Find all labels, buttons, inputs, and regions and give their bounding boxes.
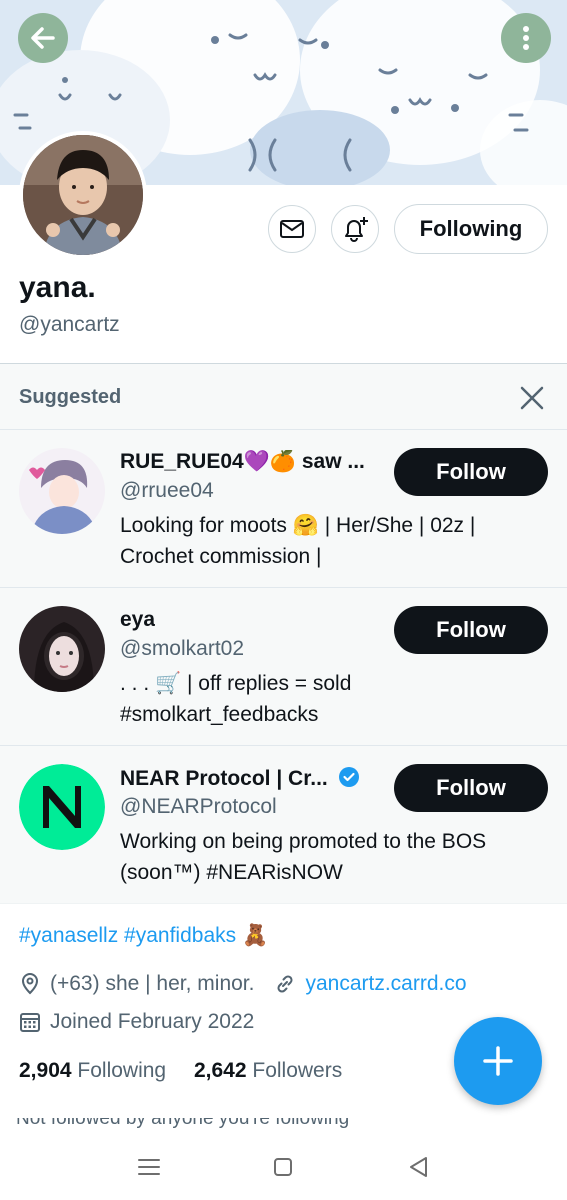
plus-icon [483, 1046, 513, 1076]
compose-button[interactable] [454, 1017, 542, 1105]
suggested-user-bio: Looking for moots 🤗 | Her/She | 02z | Cr… [120, 514, 476, 568]
profile-handle: @yancartz [19, 313, 120, 336]
link-icon [277, 975, 294, 993]
display-name: yana. [19, 271, 96, 304]
system-nav-bar [0, 1132, 567, 1200]
suggested-user-row[interactable]: eya @smolkart02 . . . 🛒 | off replies = … [0, 588, 567, 746]
avatar[interactable] [19, 764, 105, 850]
location-pin-icon [21, 973, 39, 995]
back-button[interactable] [18, 13, 68, 63]
back-arrow-icon [31, 27, 55, 49]
avatar[interactable] [19, 606, 105, 692]
suggested-user-handle: @NEARProtocol [120, 795, 277, 818]
bio-hashtags[interactable]: #yanasellz #yanfidbaks 🧸 [19, 924, 268, 948]
suggested-user-name[interactable]: NEAR Protocol | Cr... [120, 766, 360, 791]
profile-avatar[interactable] [19, 131, 147, 259]
calendar-icon [20, 1013, 40, 1032]
profile-meta-row: (+63) she | her, minor. yancartz.carrd.c… [19, 972, 467, 996]
notification-button[interactable] [331, 205, 379, 253]
location-text: (+63) she | her, minor. [50, 972, 255, 995]
verified-badge-icon [338, 767, 359, 787]
follow-counts: 2,904 Following 2,642 Followers [19, 1059, 342, 1083]
suggested-title: Suggested [19, 386, 122, 408]
avatar[interactable] [19, 448, 105, 534]
suggested-header: Suggested [0, 364, 567, 430]
suggested-user-row[interactable]: NEAR Protocol | Cr... @NEARProtocol Work… [0, 746, 567, 904]
home-icon[interactable] [268, 1152, 298, 1182]
message-button[interactable] [268, 205, 316, 253]
suggested-section: Suggested RUE_RUE04💜🍊 saw ... @rruee04 L… [0, 363, 567, 904]
more-vertical-icon [523, 26, 529, 50]
suggested-user-name[interactable]: eya [120, 608, 155, 632]
more-options-button[interactable] [501, 13, 551, 63]
website-link[interactable]: yancartz.carrd.co [305, 972, 466, 996]
mutual-followers-text: Not followed by anyone you're following [16, 1118, 350, 1129]
recent-apps-icon[interactable] [134, 1152, 164, 1182]
suggested-user-row[interactable]: RUE_RUE04💜🍊 saw ... @rruee04 Looking for… [0, 430, 567, 588]
mail-icon [280, 220, 304, 238]
back-nav-icon[interactable] [404, 1152, 434, 1182]
follow-button[interactable]: Follow [394, 606, 548, 654]
follow-button[interactable]: Follow [394, 764, 548, 812]
following-count-link[interactable]: 2,904 Following [19, 1059, 166, 1082]
following-button[interactable]: Following [394, 204, 548, 254]
bell-plus-icon [345, 217, 368, 242]
suggested-user-handle: @smolkart02 [120, 637, 245, 660]
close-icon[interactable] [517, 383, 547, 413]
follow-button[interactable]: Follow [394, 448, 548, 496]
followers-count-link[interactable]: 2,642 Followers [194, 1059, 342, 1082]
joined-date: Joined February 2022 [50, 1010, 255, 1033]
suggested-user-name[interactable]: RUE_RUE04💜🍊 saw ... [120, 450, 365, 474]
joined-row: Joined February 2022 [19, 1010, 254, 1034]
suggested-user-bio: Working on being promoted to the BOS (so… [120, 830, 487, 884]
suggested-user-bio: . . . 🛒 | off replies = sold #smolkart_f… [120, 672, 352, 726]
suggested-user-handle: @rruee04 [120, 479, 214, 502]
